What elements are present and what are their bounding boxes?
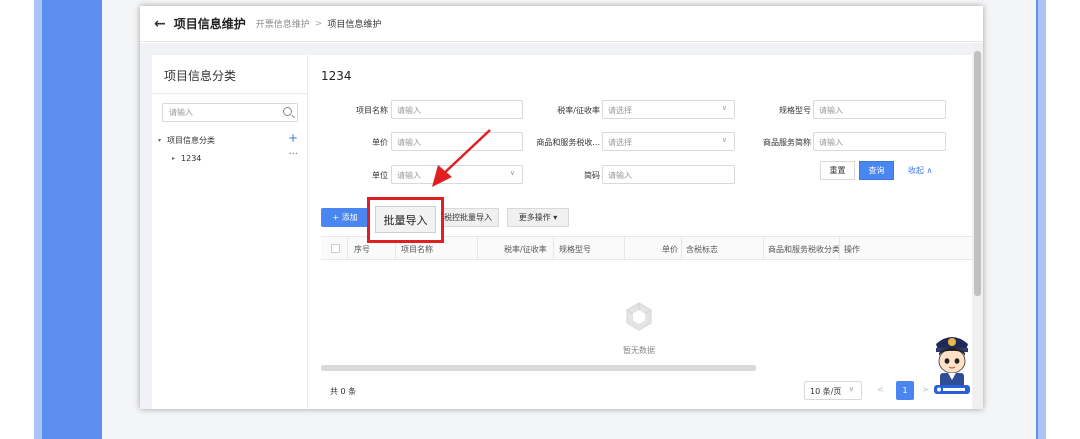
horizontal-scrollbar[interactable] — [321, 365, 756, 371]
chevron-down-icon: ∨ — [721, 136, 727, 144]
filter-label-tax-code: 商品和服务税收... — [536, 138, 600, 147]
placeholder: 请选择 — [608, 138, 632, 147]
tree-item-root[interactable]: ▾ 项目信息分类 — [158, 135, 215, 146]
search-placeholder: 请输入 — [169, 108, 193, 117]
filter-label-unit: 单位 — [372, 171, 388, 180]
column-separator — [681, 237, 682, 260]
column-separator — [347, 237, 348, 260]
column-separator — [763, 237, 764, 260]
sidebar-search-input[interactable]: 请输入 — [162, 103, 298, 122]
collapse-link[interactable]: 收起 ∧ — [908, 165, 932, 176]
reset-button[interactable]: 重置 — [820, 161, 855, 180]
filter-label-unit-price: 单价 — [372, 138, 388, 147]
sidebar-title: 项目信息分类 — [164, 69, 237, 83]
filter-label-spec: 规格型号 — [779, 106, 811, 115]
column-item-name: 项目名称 — [401, 245, 433, 254]
column-actions: 操作 — [844, 245, 860, 254]
highlight-box: 批量导入 — [367, 197, 444, 243]
item-name-input[interactable]: 请输入 — [391, 100, 523, 119]
chevron-down-icon: ∨ — [509, 169, 515, 177]
batch-import-button[interactable]: 批量导入 — [375, 206, 436, 233]
empty-box-icon — [626, 302, 652, 331]
placeholder: 请选择 — [608, 106, 632, 115]
prev-page-button[interactable]: < — [877, 385, 884, 394]
column-separator — [477, 237, 478, 260]
filter-label-short-code: 简码 — [584, 171, 600, 180]
column-tax-flag: 含税标志 — [686, 245, 718, 254]
column-index: 序号 — [354, 245, 370, 254]
total-count: 共 0 条 — [330, 387, 357, 396]
page-title: 项目信息维护 — [173, 17, 246, 31]
column-unit-price: 单价 — [662, 245, 678, 254]
app-window: ← 项目信息维护 开票信息维护 > 项目信息维护 项目信息分类 请输入 ▾ 项目… — [140, 6, 983, 409]
filter-label-service-short: 商品服务简称 — [763, 138, 811, 147]
caret-right-icon[interactable]: ▸ — [172, 155, 175, 162]
placeholder: 请输入 — [397, 171, 421, 180]
placeholder: 请输入 — [819, 138, 843, 147]
column-separator — [624, 237, 625, 260]
divider — [152, 93, 307, 94]
add-button[interactable]: + 添加 — [321, 208, 369, 227]
search-icon[interactable] — [283, 107, 292, 116]
column-separator — [553, 237, 554, 260]
caret-down-icon[interactable]: ▾ — [158, 137, 161, 144]
scrollbar-thumb[interactable] — [974, 51, 981, 296]
placeholder: 请输入 — [608, 171, 632, 180]
tax-category-select[interactable]: 请选择 ∨ — [602, 132, 735, 151]
column-spec: 规格型号 — [559, 245, 591, 254]
page-number-button[interactable]: 1 — [896, 381, 914, 400]
tax-rate-select[interactable]: 请选择 ∨ — [602, 100, 735, 119]
placeholder: 请输入 — [397, 106, 421, 115]
red-arrow-icon — [432, 129, 491, 187]
service-short-name-input[interactable]: 请输入 — [813, 132, 946, 151]
arrow-left-icon[interactable]: ← — [154, 16, 166, 32]
empty-state-text: 暂无数据 — [623, 346, 655, 355]
page-size-select[interactable]: 10 条/页 ∨ — [804, 381, 862, 400]
placeholder: 请输入 — [397, 138, 421, 147]
breadcrumb-current: 项目信息维护 — [327, 20, 382, 30]
short-code-input[interactable]: 请输入 — [602, 165, 735, 184]
chevron-down-icon: ∨ — [848, 385, 854, 393]
page-size-value: 10 条/页 — [810, 387, 842, 396]
more-operations-button[interactable]: 更多操作 ▾ — [507, 208, 569, 227]
top-bar: ← 项目信息维护 开票信息维护 > 项目信息维护 — [140, 6, 983, 42]
mascot-assistant-icon[interactable] — [928, 328, 976, 396]
query-button[interactable]: 查询 — [859, 161, 894, 180]
column-separator — [839, 237, 840, 260]
filter-label-item-name: 项目名称 — [356, 106, 388, 115]
filter-label-tax-rate: 税率/征收率 — [557, 106, 600, 115]
breadcrumb-separator: > — [314, 18, 323, 29]
chevron-down-icon: ∨ — [721, 104, 727, 112]
category-title: 1234 — [321, 69, 352, 83]
spec-model-input[interactable]: 请输入 — [813, 100, 946, 119]
column-tax-rate: 税率/征收率 — [504, 245, 547, 254]
category-sidebar: 项目信息分类 请输入 ▾ 项目信息分类 + ▸ 1234 ··· — [152, 55, 307, 409]
add-category-icon[interactable]: + — [288, 131, 298, 145]
tree-item-label: 项目信息分类 — [167, 136, 216, 145]
placeholder: 请输入 — [819, 106, 843, 115]
tree-item-label: 1234 — [181, 154, 202, 163]
column-tax-category: 商品和服务税收分类 — [768, 245, 840, 254]
tree-item-1234[interactable]: ▸ 1234 — [172, 154, 201, 163]
more-dots-icon[interactable]: ··· — [288, 149, 298, 160]
select-all-checkbox[interactable] — [331, 244, 340, 253]
breadcrumb-parent[interactable]: 开票信息维护 — [256, 17, 310, 30]
